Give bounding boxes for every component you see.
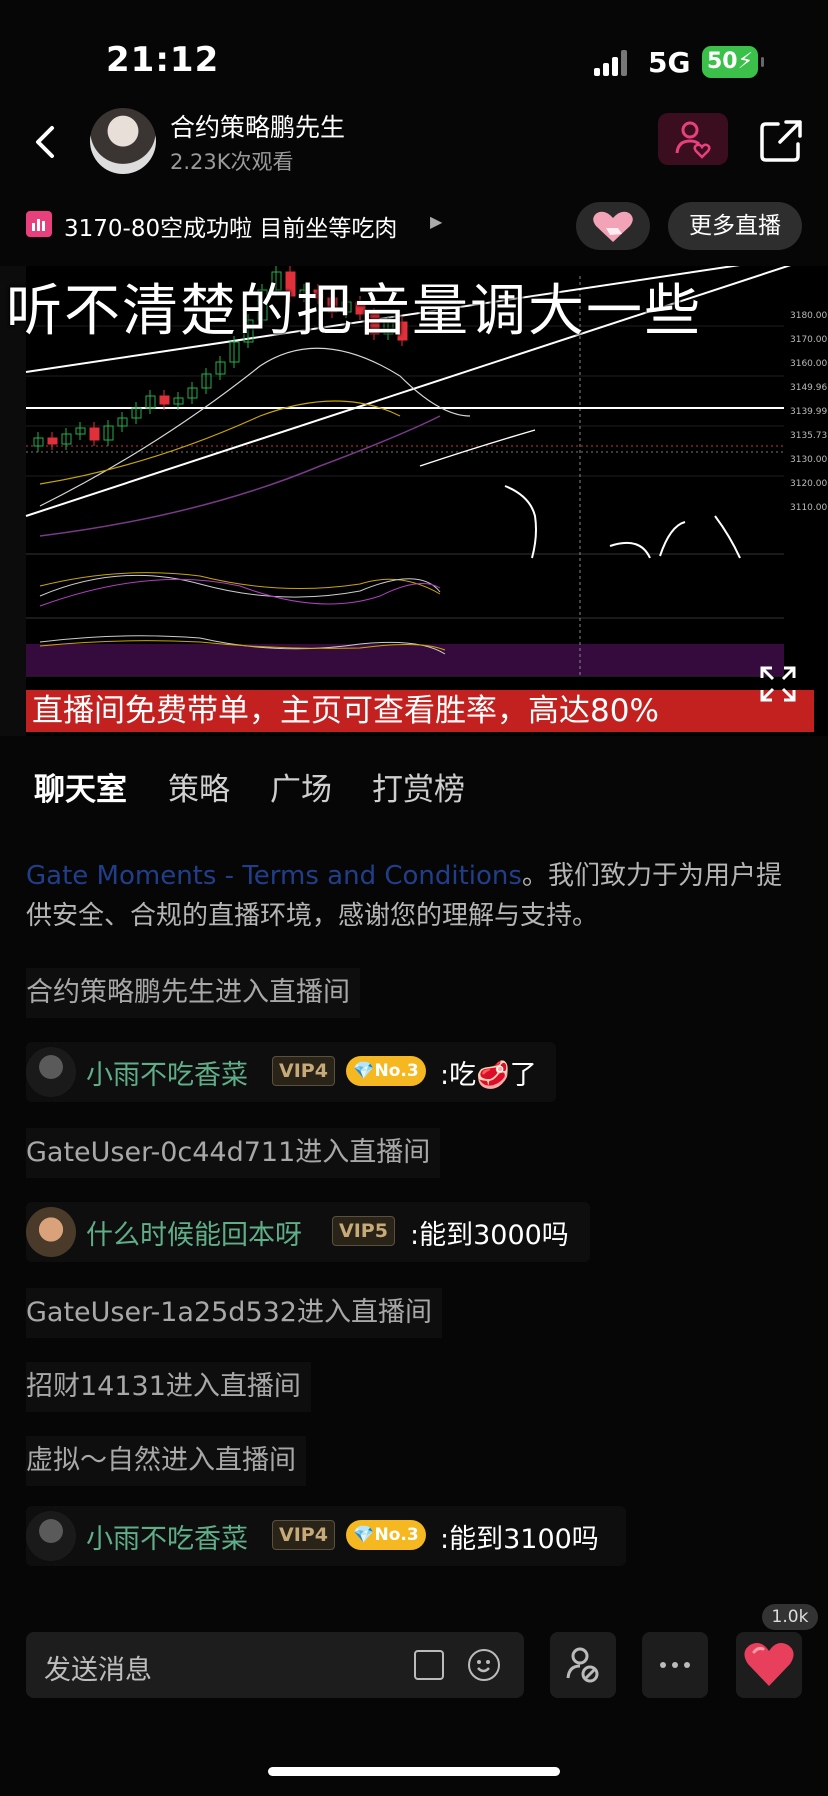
view-count: 2.23K次观看 bbox=[170, 150, 294, 174]
chart-bars-icon bbox=[26, 211, 52, 237]
like-button[interactable] bbox=[736, 1632, 802, 1698]
candle bbox=[89, 427, 100, 441]
system-message: 合约策略鹏先生进入直播间 bbox=[26, 968, 360, 1018]
system-message: GateUser-1a25d532进入直播间 bbox=[26, 1288, 442, 1338]
rank-label: No.3 bbox=[374, 1525, 419, 1545]
status-bar: 21:12 5G 50⚡ bbox=[0, 0, 828, 110]
vip-badge: VIP5 bbox=[332, 1216, 395, 1246]
play-arrow-icon: ▶ bbox=[430, 212, 443, 231]
rank-badge: 💎No.3 bbox=[346, 1520, 426, 1550]
terms-link[interactable]: Gate Moments - Terms and Conditions bbox=[26, 861, 522, 891]
signal-icon bbox=[594, 50, 628, 76]
video-overlay-title: 听不清楚的把音量调大一些 bbox=[6, 279, 702, 344]
like-count: 1.0k bbox=[762, 1604, 818, 1630]
candle bbox=[47, 437, 58, 445]
tab-strategy[interactable]: 策略 bbox=[168, 764, 230, 809]
user-avatar[interactable] bbox=[26, 1207, 76, 1257]
emoji-icon[interactable] bbox=[468, 1649, 500, 1681]
system-message: 招财14131进入直播间 bbox=[26, 1362, 311, 1412]
rank-label: No.3 bbox=[374, 1061, 419, 1081]
price-axis-label: 3160.00 bbox=[790, 359, 827, 369]
more-live-button[interactable]: 更多直播 bbox=[668, 202, 802, 250]
message-input[interactable]: 发送消息 bbox=[26, 1632, 524, 1698]
chat-message[interactable]: 小雨不吃香菜 VIP4 💎No.3 :吃🥩了 bbox=[26, 1042, 556, 1102]
back-icon[interactable] bbox=[30, 122, 70, 168]
heart-hands-button[interactable] bbox=[576, 202, 650, 250]
host-avatar[interactable] bbox=[90, 108, 156, 174]
price-axis-label: 3149.96 bbox=[790, 383, 827, 393]
candle bbox=[159, 395, 170, 405]
message-placeholder: 发送消息 bbox=[44, 1655, 152, 1686]
status-time: 21:12 bbox=[106, 40, 220, 80]
user-avatar[interactable] bbox=[26, 1047, 76, 1097]
chat-username[interactable]: 什么时候能回本呀 bbox=[86, 1213, 302, 1252]
chat-text: :能到3100吗 bbox=[440, 1524, 599, 1555]
chat-text: :能到3000吗 bbox=[410, 1220, 569, 1251]
host-name[interactable]: 合约策略鹏先生 bbox=[170, 108, 345, 144]
system-message: 虚拟～自然进入直播间 bbox=[26, 1436, 306, 1486]
tab-tip-ranking[interactable]: 打赏榜 bbox=[372, 764, 465, 809]
person-heart-icon bbox=[675, 121, 711, 159]
more-options-button[interactable] bbox=[642, 1632, 708, 1698]
chat-username[interactable]: 小雨不吃香菜 bbox=[86, 1517, 248, 1556]
price-axis-label: 3135.73 bbox=[790, 431, 827, 441]
price-axis-label: 3139.99 bbox=[790, 407, 827, 417]
heart-icon bbox=[744, 1643, 794, 1686]
user-manage-button[interactable] bbox=[550, 1632, 616, 1698]
home-indicator bbox=[268, 1767, 560, 1776]
fullscreen-icon[interactable] bbox=[758, 664, 798, 704]
rank-badge: 💎No.3 bbox=[346, 1056, 426, 1086]
network-label: 5G bbox=[648, 46, 691, 79]
chat-username[interactable]: 小雨不吃香菜 bbox=[86, 1053, 248, 1092]
ellipsis-icon bbox=[660, 1662, 690, 1668]
share-icon[interactable] bbox=[758, 118, 804, 164]
pinned-notice[interactable]: 3170-80空成功啦 目前坐等吃肉 ▶ 更多直播 bbox=[0, 196, 828, 256]
gift-box-icon[interactable] bbox=[414, 1650, 444, 1680]
chat-message[interactable]: 小雨不吃香菜 VIP4 💎No.3 :能到3100吗 bbox=[26, 1506, 626, 1566]
notice-text: 3170-80空成功啦 目前坐等吃肉 bbox=[64, 216, 398, 242]
vip-badge: VIP4 bbox=[272, 1056, 335, 1086]
person-check-icon bbox=[566, 1647, 599, 1683]
tab-chatroom[interactable]: 聊天室 bbox=[34, 764, 127, 809]
price-axis-label: 3120.00 bbox=[790, 479, 827, 489]
heart-hands-icon bbox=[593, 211, 633, 242]
price-axis-label: 3170.00 bbox=[790, 335, 827, 345]
tab-square[interactable]: 广场 bbox=[270, 764, 332, 809]
battery-level: 50 bbox=[706, 49, 738, 74]
price-axis-label: 3180.00 bbox=[790, 311, 827, 321]
vip-badge: VIP4 bbox=[272, 1520, 335, 1550]
tab-bar: 聊天室 策略 广场 打赏榜 bbox=[0, 756, 828, 816]
live-header: 合约策略鹏先生 2.23K次观看 bbox=[0, 100, 828, 190]
video-overlay-banner: 直播间免费带单，主页可查看胜率，高达80% bbox=[26, 690, 814, 732]
chat-text: :吃🥩了 bbox=[440, 1060, 537, 1091]
chat-message[interactable]: 什么时候能回本呀 VIP5 :能到3000吗 bbox=[26, 1202, 590, 1262]
price-axis-label: 3110.00 bbox=[790, 503, 827, 513]
live-video-player[interactable]: 3180.00 3170.00 3160.00 3149.96 3139.99 3135.… bbox=[0, 266, 828, 736]
follow-button[interactable] bbox=[658, 113, 728, 165]
price-axis-label: 3130.00 bbox=[790, 455, 827, 465]
user-avatar[interactable] bbox=[26, 1511, 76, 1561]
battery-icon: 50⚡ bbox=[702, 46, 764, 78]
system-message: GateUser-0c44d711进入直播间 bbox=[26, 1128, 441, 1178]
chat-rules-notice: Gate Moments - Terms and Conditions。我们致力… bbox=[26, 856, 806, 936]
